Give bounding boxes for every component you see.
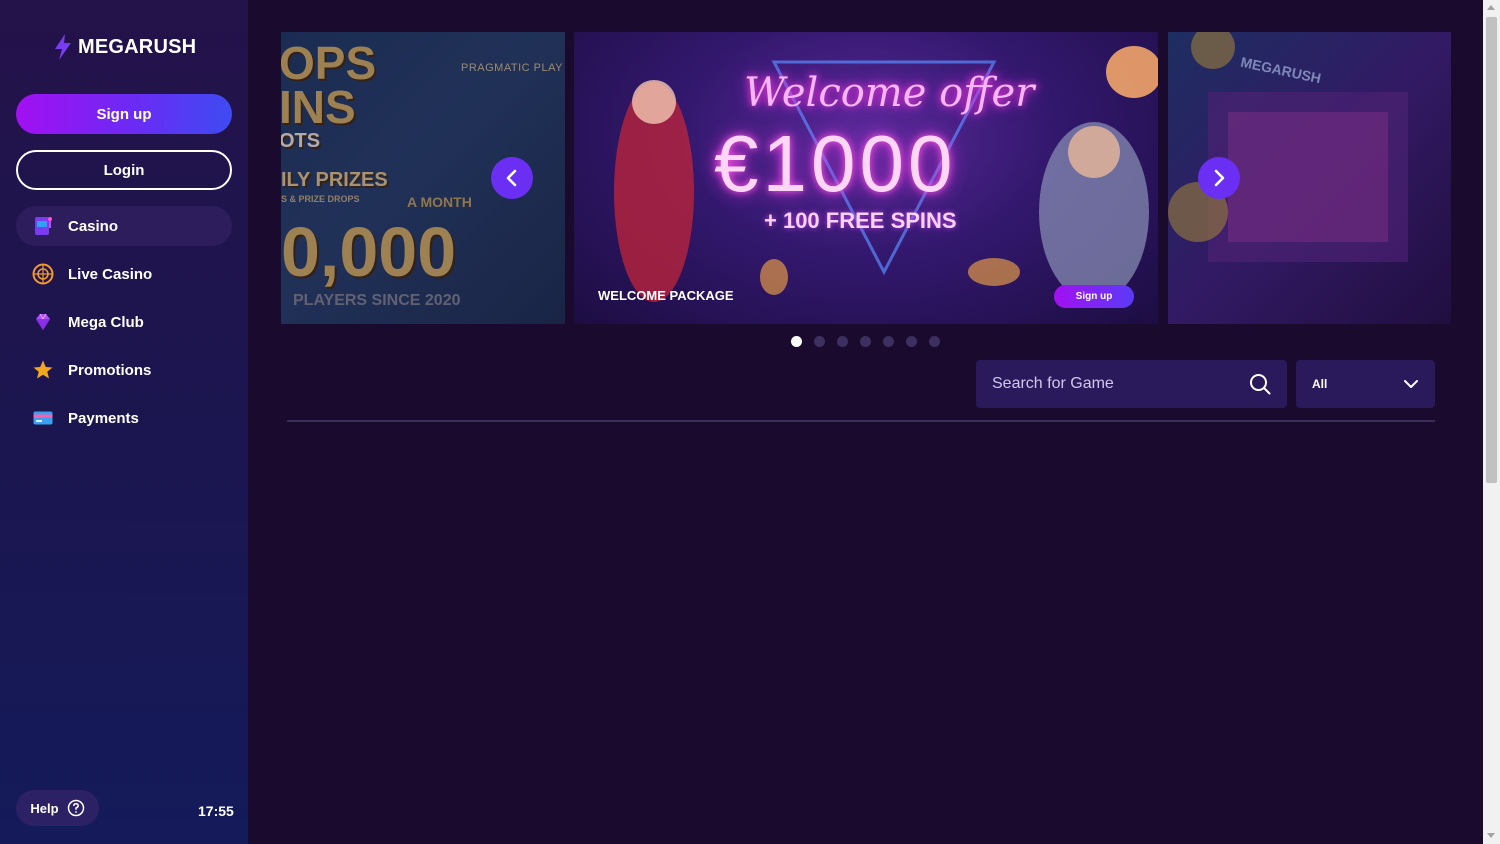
sidebar-item-label: Live Casino xyxy=(68,265,153,283)
sidebar-item-live-casino[interactable]: Live Casino xyxy=(16,254,232,294)
card-icon xyxy=(32,407,54,429)
slide-text: OTS xyxy=(281,130,321,152)
carousel-dot[interactable] xyxy=(883,336,894,347)
carousel-dot[interactable] xyxy=(929,336,940,347)
slide-text: ILY PRIZES xyxy=(281,169,388,191)
content-divider xyxy=(287,420,1435,422)
brand-logo[interactable]: MEGARUSH xyxy=(52,34,196,60)
star-icon xyxy=(32,359,54,381)
slide-signup-button[interactable]: Sign up xyxy=(1054,285,1134,308)
scroll-up-icon[interactable] xyxy=(1487,5,1495,10)
carousel-dot[interactable] xyxy=(860,336,871,347)
slide-amount: 0,000 xyxy=(281,213,457,291)
sidebar-item-payments[interactable]: Payments xyxy=(16,398,232,438)
carousel-dot[interactable] xyxy=(791,336,802,347)
carousel-dot[interactable] xyxy=(837,336,848,347)
welcome-amount: €1000 xyxy=(714,119,957,208)
carousel-prev-button[interactable] xyxy=(491,157,533,199)
page-scrollbar[interactable] xyxy=(1483,0,1500,844)
welcome-title: Welcome offer xyxy=(744,70,1035,116)
sidebar-nav: Casino Live Casino Mega Club Promotions … xyxy=(16,206,232,446)
sidebar: MEGARUSH Sign up Login Casino Live Casin… xyxy=(0,0,248,844)
slide-footer-text: PLAYERS SINCE 2020 xyxy=(293,292,461,309)
promo-slide-welcome[interactable]: Welcome offer €1000 + 100 FREE SPINS WEL… xyxy=(574,32,1158,324)
lightning-icon xyxy=(55,34,71,60)
login-button[interactable]: Login xyxy=(16,150,232,190)
filter-selected-value: All xyxy=(1312,377,1328,391)
sidebar-item-label: Casino xyxy=(68,217,119,235)
search-box xyxy=(976,360,1287,408)
scrollbar-thumb[interactable] xyxy=(1486,17,1497,483)
category-filter-select[interactable]: All xyxy=(1296,360,1435,408)
chevron-left-icon xyxy=(506,169,517,187)
search-icon[interactable] xyxy=(1249,373,1271,395)
slide-text: INS xyxy=(281,81,356,133)
chevron-down-icon xyxy=(1404,380,1418,388)
chevron-right-icon xyxy=(1214,169,1225,187)
help-label: Help xyxy=(30,800,59,816)
signup-button[interactable]: Sign up xyxy=(16,94,232,134)
provider-logo: PRAGMATIC PLAY xyxy=(461,62,563,74)
sidebar-item-label: Promotions xyxy=(68,361,152,379)
brand-name: MEGARUSH xyxy=(78,35,197,58)
carousel-dots xyxy=(791,336,940,347)
clock-time: 17:55 xyxy=(198,803,234,819)
welcome-spins: + 100 FREE SPINS xyxy=(764,208,957,233)
question-icon xyxy=(67,799,84,817)
diamond-icon xyxy=(32,311,54,333)
carousel-dot[interactable] xyxy=(814,336,825,347)
carousel-dot[interactable] xyxy=(906,336,917,347)
sidebar-item-label: Payments xyxy=(68,409,139,427)
sidebar-item-mega-club[interactable]: Mega Club xyxy=(16,302,232,342)
slide-text: A MONTH xyxy=(407,194,472,210)
sidebar-item-casino[interactable]: Casino xyxy=(16,206,232,246)
sidebar-item-promotions[interactable]: Promotions xyxy=(16,350,232,390)
help-button[interactable]: Help xyxy=(16,790,99,826)
slot-machine-icon xyxy=(32,215,54,237)
scroll-down-icon[interactable] xyxy=(1487,833,1495,838)
promo-carousel: OPS INS OTS ILY PRIZES S & PRIZE DROPS A… xyxy=(281,32,1451,324)
search-input[interactable] xyxy=(992,375,1249,393)
roulette-icon xyxy=(32,263,54,285)
slide-text: S & PRIZE DROPS xyxy=(281,194,360,204)
welcome-package-caption: WELCOME PACKAGE xyxy=(598,288,734,303)
carousel-next-button[interactable] xyxy=(1198,157,1240,199)
sidebar-item-label: Mega Club xyxy=(68,313,144,331)
